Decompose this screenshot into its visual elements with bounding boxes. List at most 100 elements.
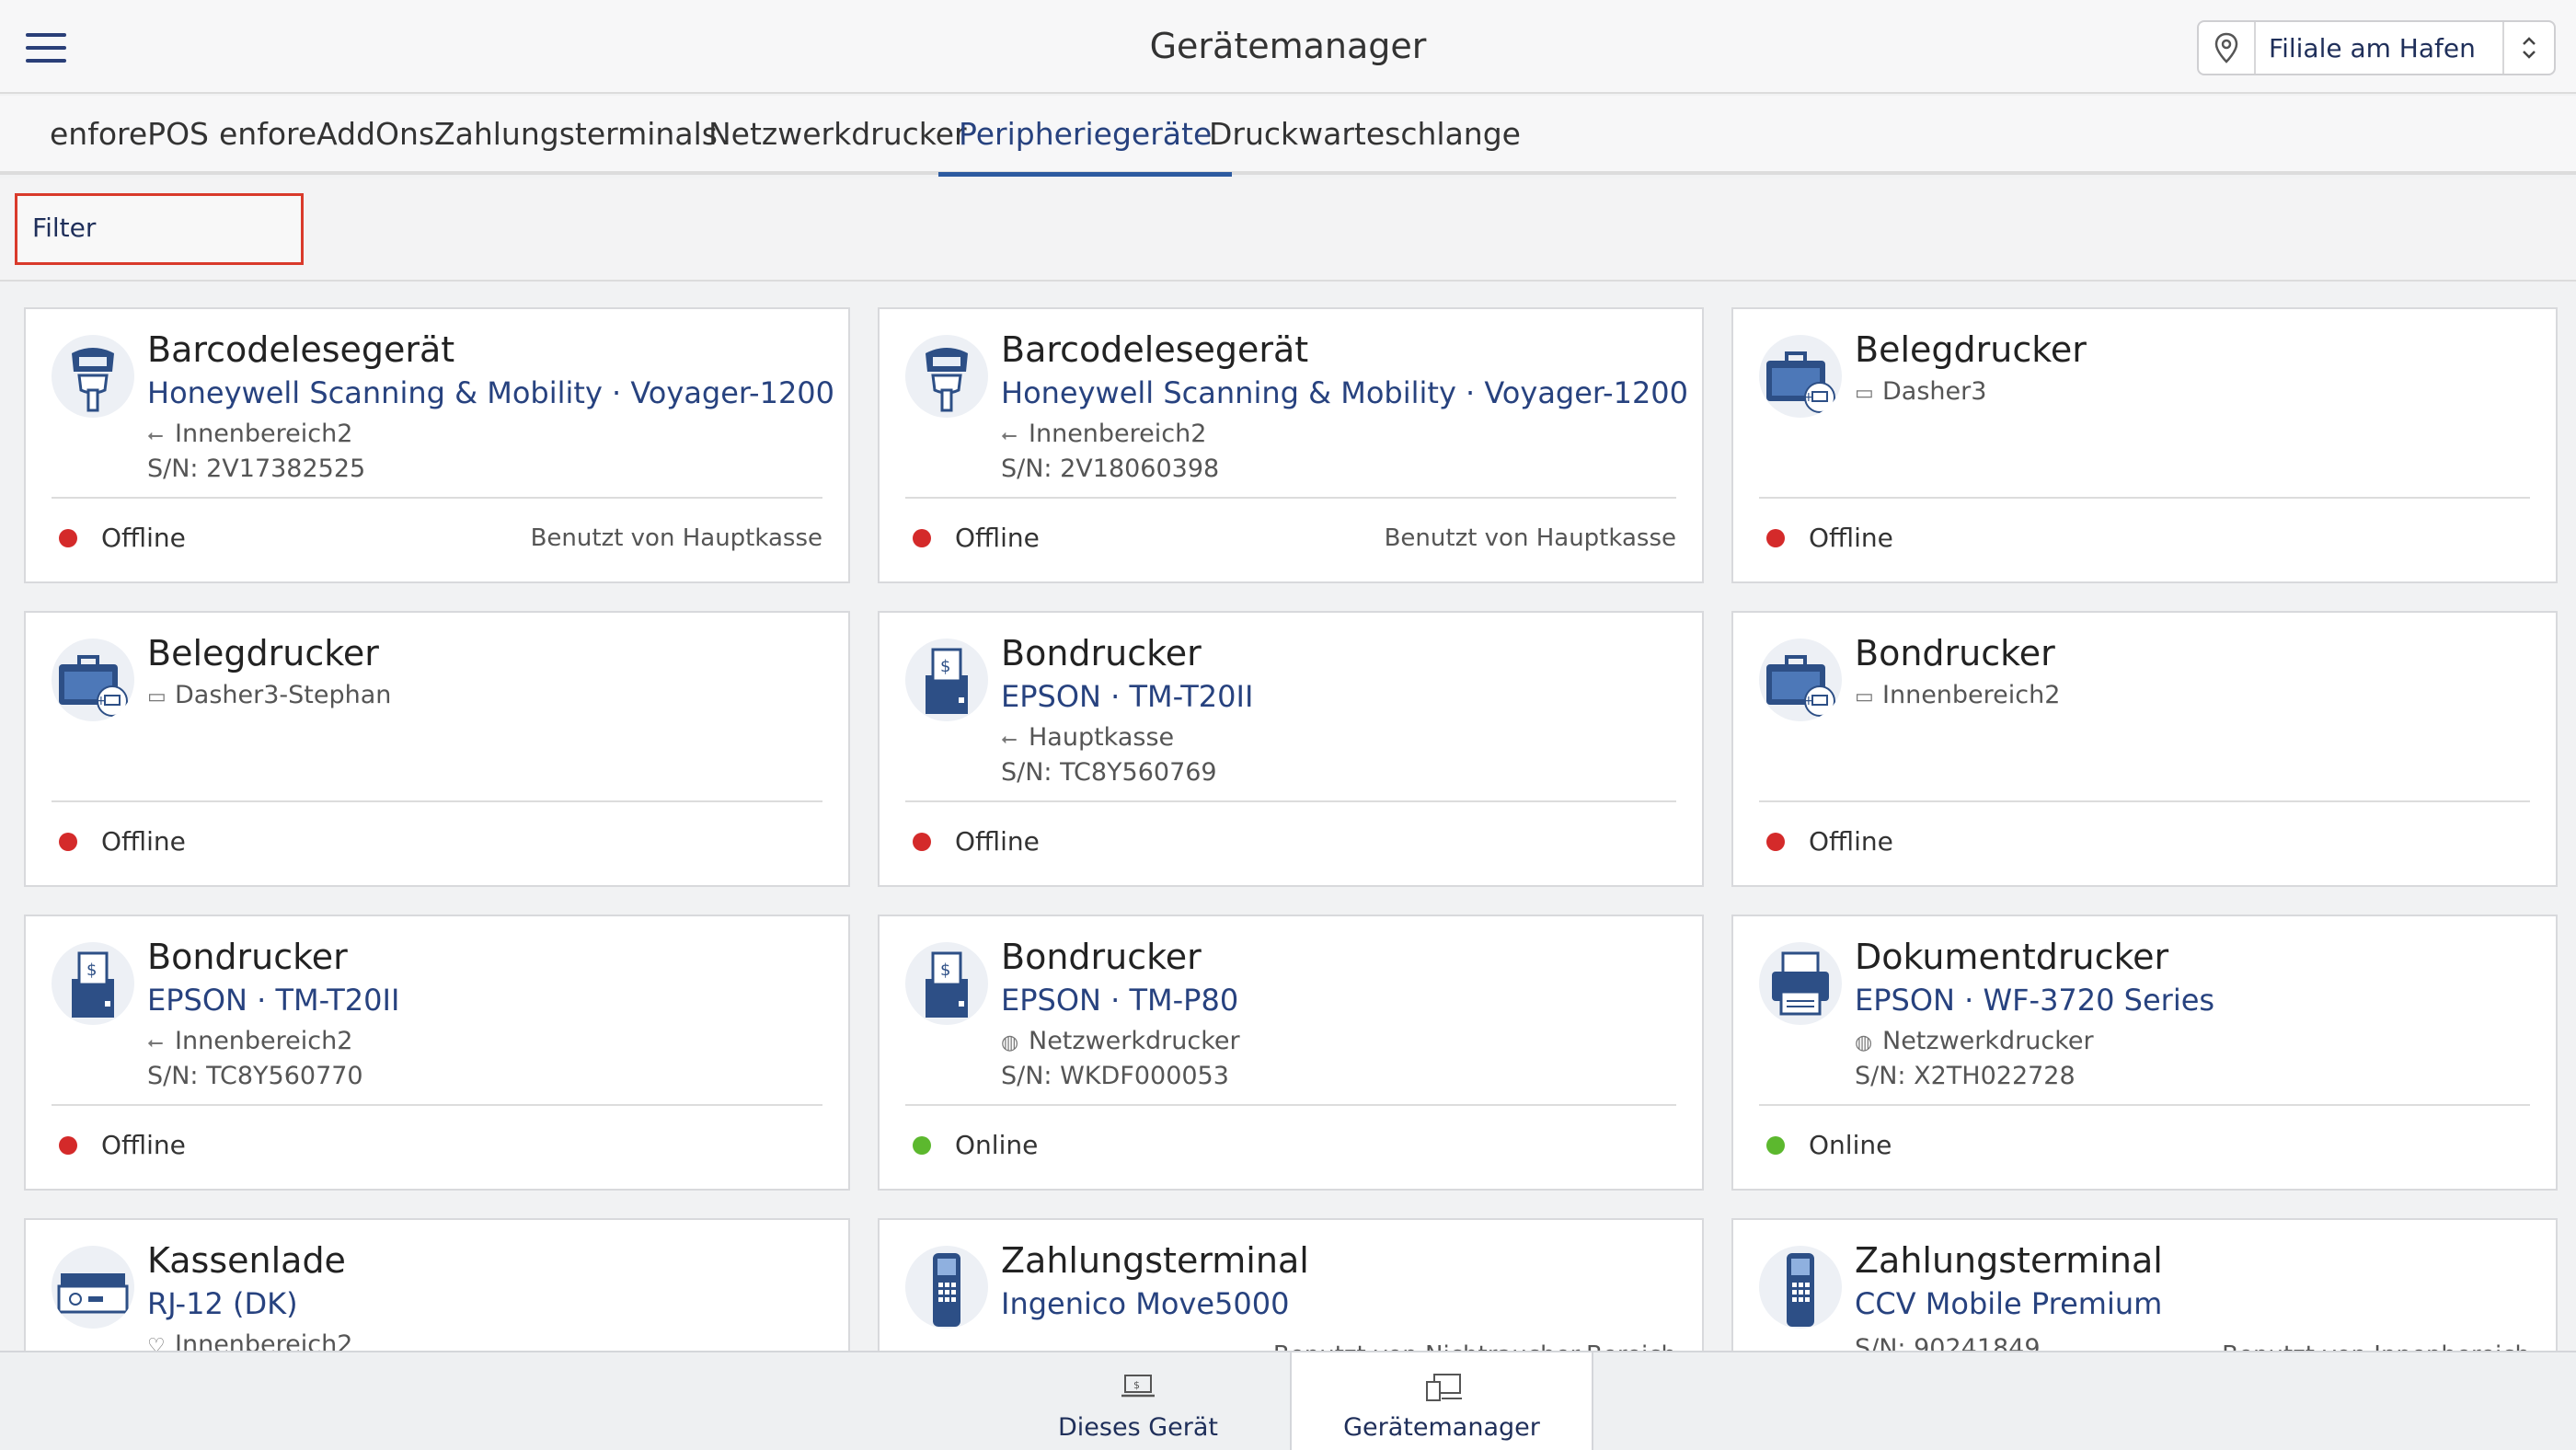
device-card[interactable]: Dokumentdrucker EPSON · WF-3720 Series ◍… bbox=[1731, 915, 2558, 1191]
nav-this-device[interactable]: $ Dieses Gerät bbox=[986, 1352, 1290, 1450]
offline-dot-icon bbox=[1766, 832, 1785, 851]
status-indicator: Offline bbox=[913, 826, 1040, 857]
device-title: Zahlungsterminal bbox=[1855, 1240, 2163, 1281]
online-dot-icon bbox=[913, 1135, 931, 1155]
tab-enforeaddons[interactable]: enforeAddOns bbox=[219, 116, 434, 171]
status-indicator: Offline bbox=[59, 1130, 186, 1160]
bon-printer-icon bbox=[905, 942, 988, 1025]
tab-bar: enforePOS enforeAddOns Zahlungsterminals… bbox=[0, 96, 2576, 177]
document-printer-icon bbox=[1759, 942, 1842, 1025]
tab-peripheriegeraete[interactable]: Peripheriegeräte bbox=[937, 116, 1233, 177]
device-card[interactable]: Bondrucker EPSON · TM-T20II ⭠ Innenbereic… bbox=[24, 915, 850, 1191]
barcode-scanner-icon bbox=[905, 335, 988, 418]
device-title: Bondrucker bbox=[147, 937, 348, 977]
device-model: EPSON · TM-P80 bbox=[1001, 983, 1239, 1018]
network-globe-icon: ◍ bbox=[1855, 1031, 1873, 1054]
device-card[interactable]: Bondrucker ▭ Innenbereich2 Offline bbox=[1731, 611, 2558, 887]
nav-device-manager[interactable]: Gerätemanager bbox=[1290, 1352, 1593, 1450]
device-card[interactable]: Bondrucker EPSON · TM-P80 ◍ Netzwerkdruck… bbox=[878, 915, 1704, 1191]
device-model: Honeywell Scanning & Mobility · Voyager-… bbox=[1001, 375, 1689, 410]
divider bbox=[905, 1104, 1676, 1106]
device-serial: S/N: TC8Y560770 bbox=[147, 1062, 363, 1090]
used-by: Benutzt von Hauptkasse bbox=[1384, 524, 1676, 552]
device-title: Zahlungsterminal bbox=[1001, 1240, 1309, 1281]
bon-printer-icon bbox=[52, 942, 134, 1025]
offline-dot-icon bbox=[59, 528, 77, 547]
receipt-printer-icon bbox=[1759, 335, 1842, 418]
divider bbox=[1759, 800, 2530, 802]
device-card[interactable]: Zahlungsterminal CCV Mobile Premium S/N:… bbox=[1731, 1218, 2558, 1351]
device-connection: ◍ Netzwerkdrucker bbox=[1855, 1027, 2094, 1055]
device-card[interactable]: Kassenlade RJ-12 (DK) ♡ Innenbereich2 bbox=[24, 1218, 850, 1351]
device-box-icon: ▭ bbox=[147, 685, 167, 708]
laptop-icon: $ bbox=[1121, 1375, 1155, 1398]
device-serial: S/N: TC8Y560769 bbox=[1001, 758, 1217, 787]
status-indicator: Online bbox=[913, 1130, 1038, 1160]
shield-icon: ♡ bbox=[147, 1335, 166, 1351]
device-title: Barcodelesegerät bbox=[147, 329, 455, 370]
device-serial: S/N: 2V18060398 bbox=[1001, 455, 1220, 483]
device-card[interactable]: Barcodelesegerät Honeywell Scanning & Mo… bbox=[24, 307, 850, 583]
tab-druckwarteschlange[interactable]: Druckwarteschlange bbox=[1209, 116, 1521, 171]
device-title: Barcodelesegerät bbox=[1001, 329, 1309, 370]
device-box-icon: ▭ bbox=[1855, 382, 1874, 405]
divider bbox=[1759, 1104, 2530, 1106]
offline-dot-icon bbox=[913, 528, 931, 547]
store-selector[interactable]: Filiale am Hafen bbox=[2197, 20, 2556, 75]
svg-text:$: $ bbox=[1133, 1379, 1140, 1391]
tab-zahlungsterminals[interactable]: Zahlungsterminals bbox=[434, 116, 718, 171]
payment-terminal-icon bbox=[1759, 1246, 1842, 1329]
device-connection: ⭠ Innenbereich2 bbox=[1001, 420, 1207, 448]
tab-enforepos[interactable]: enforePOS bbox=[50, 116, 209, 171]
device-model: RJ-12 (DK) bbox=[147, 1286, 298, 1321]
device-connection: ◍ Netzwerkdrucker bbox=[1001, 1027, 1240, 1055]
usb-icon: ⭠ bbox=[147, 424, 164, 447]
device-model: EPSON · TM-T20II bbox=[1001, 679, 1254, 714]
device-model: CCV Mobile Premium bbox=[1855, 1286, 2163, 1321]
device-card[interactable]: Belegdrucker ▭ Dasher3 Offline bbox=[1731, 307, 2558, 583]
device-card[interactable]: Belegdrucker ▭ Dasher3-Stephan Offline bbox=[24, 611, 850, 887]
tab-netzwerkdrucker[interactable]: Netzwerkdrucker bbox=[708, 116, 967, 171]
receipt-printer-icon bbox=[52, 639, 134, 721]
device-card[interactable]: Bondrucker EPSON · TM-T20II ⭠ Hauptkasse … bbox=[878, 611, 1704, 887]
device-title: Kassenlade bbox=[147, 1240, 346, 1281]
nav-label: Dieses Gerät bbox=[1058, 1413, 1218, 1442]
device-model: Honeywell Scanning & Mobility · Voyager-… bbox=[147, 375, 835, 410]
offline-dot-icon bbox=[1766, 528, 1785, 547]
divider bbox=[52, 497, 822, 499]
status-indicator: Online bbox=[1766, 1130, 1892, 1160]
device-box-icon: ▭ bbox=[1855, 685, 1874, 708]
device-serial: S/N: 2V17382525 bbox=[147, 455, 366, 483]
device-connection: ♡ Innenbereich2 bbox=[147, 1330, 352, 1351]
bon-printer-icon bbox=[905, 639, 988, 721]
device-title: Bondrucker bbox=[1855, 633, 2055, 673]
device-connection: ⭠ Innenbereich2 bbox=[147, 1027, 353, 1055]
device-model: EPSON · WF-3720 Series bbox=[1855, 983, 2215, 1018]
divider bbox=[905, 800, 1676, 802]
device-card[interactable]: Barcodelesegerät Honeywell Scanning & Mo… bbox=[878, 307, 1704, 583]
devices-icon bbox=[1426, 1374, 1462, 1401]
nav-label: Gerätemanager bbox=[1343, 1413, 1540, 1442]
filter-button[interactable]: Filter bbox=[15, 193, 304, 265]
cash-drawer-icon bbox=[52, 1246, 134, 1329]
device-card[interactable]: Zahlungsterminal Ingenico Move5000 Benut… bbox=[878, 1218, 1704, 1351]
status-indicator: Offline bbox=[59, 523, 186, 553]
network-globe-icon: ◍ bbox=[1001, 1031, 1019, 1054]
status-indicator: Offline bbox=[59, 826, 186, 857]
device-connection: ▭ Dasher3 bbox=[1855, 377, 1987, 406]
offline-dot-icon bbox=[913, 832, 931, 851]
top-bar: Gerätemanager Filiale am Hafen bbox=[0, 0, 2576, 94]
used-by: Benutzt von Innenbereich bbox=[2222, 1341, 2530, 1351]
status-indicator: Offline bbox=[1766, 826, 1893, 857]
divider bbox=[1759, 497, 2530, 499]
device-serial: S/N: WKDF000053 bbox=[1001, 1062, 1229, 1090]
usb-icon: ⭠ bbox=[1001, 728, 1018, 751]
offline-dot-icon bbox=[59, 832, 77, 851]
device-model: EPSON · TM-T20II bbox=[147, 983, 400, 1018]
store-name: Filiale am Hafen bbox=[2269, 32, 2476, 63]
usb-icon: ⭠ bbox=[1001, 424, 1018, 447]
device-connection: ▭ Dasher3-Stephan bbox=[147, 681, 392, 709]
divider bbox=[52, 800, 822, 802]
device-model: Ingenico Move5000 bbox=[1001, 1286, 1290, 1321]
page-title: Gerätemanager bbox=[1149, 26, 1427, 66]
